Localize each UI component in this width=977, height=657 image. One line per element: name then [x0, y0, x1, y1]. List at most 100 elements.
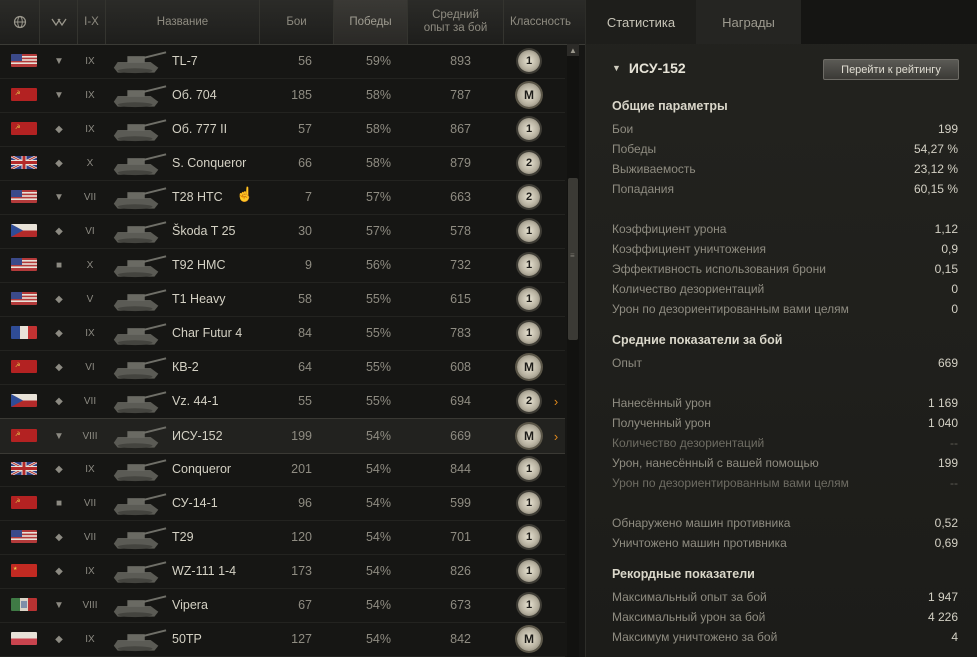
- table-row[interactable]: ▼ IX TL-7 56 59% 893 1: [0, 44, 565, 79]
- row-arrow-icon[interactable]: [551, 316, 561, 350]
- mastery-badge-label: 2: [518, 390, 540, 412]
- nation-filter-header[interactable]: [0, 0, 40, 44]
- row-arrow-icon[interactable]: [551, 44, 561, 78]
- stat-value: 60,15 %: [913, 182, 958, 196]
- table-row[interactable]: ◆ V T1 Heavy 58 55% 615 1: [0, 282, 565, 317]
- spg-tank-icon: ■: [55, 259, 63, 271]
- mastery-badge-label: 1: [518, 118, 540, 140]
- scrollbar[interactable]: ▲ ≡: [567, 44, 579, 657]
- type-filter-header[interactable]: [40, 0, 78, 44]
- row-arrow-icon[interactable]: [551, 214, 561, 248]
- table-row[interactable]: ☭ ▼ IX Об. 704 185 58% 787 M: [0, 78, 565, 113]
- table-row[interactable]: ◆ VII Vz. 44-1 55 55% 694 2 ›: [0, 384, 565, 419]
- row-arrow-icon[interactable]: ›: [551, 384, 561, 418]
- stat-label: Полученный урон: [612, 416, 711, 430]
- row-arrow-icon[interactable]: [551, 588, 561, 622]
- stat-value: 0,52: [934, 516, 958, 530]
- ussr-flag-icon: ☭: [11, 360, 37, 373]
- table-row[interactable]: ★ ◆ IX WZ-111 1-4 173 54% 826 1: [0, 554, 565, 589]
- tab-awards[interactable]: Награды: [696, 0, 801, 44]
- vehicle-name-cell: Conqueror: [172, 462, 232, 476]
- battles-cell: 30: [298, 224, 312, 238]
- row-arrow-icon[interactable]: [551, 486, 561, 520]
- wins-header[interactable]: Победы: [334, 0, 408, 44]
- row-arrow-icon[interactable]: [551, 146, 561, 180]
- mastery-badge-icon: 1: [512, 554, 546, 588]
- table-row[interactable]: ◆ X S. Conqueror 66 58% 879 2: [0, 146, 565, 181]
- avg-xp-header[interactable]: Средний опыт за бой: [408, 0, 504, 44]
- avg-xp-cell: 615: [450, 292, 471, 306]
- scroll-up-icon[interactable]: ▲: [567, 44, 579, 56]
- svg-text:☭: ☭: [15, 362, 20, 369]
- mouse-cursor-icon: ☝: [236, 186, 254, 202]
- avg-xp-cell: 608: [450, 360, 471, 374]
- vehicle-name-cell: S. Conqueror: [172, 156, 247, 170]
- light-tank-icon: ◆: [55, 327, 63, 339]
- usa-flag-icon: [11, 190, 37, 203]
- heavy-tank-icon: ▼: [54, 430, 64, 442]
- row-arrow-icon[interactable]: [551, 248, 561, 282]
- row-arrow-icon[interactable]: [551, 622, 561, 656]
- mastery-badge-icon: 1: [512, 44, 546, 78]
- tank-image: [108, 588, 168, 622]
- tier-cell: IX: [85, 89, 95, 101]
- wins-cell: 55%: [365, 292, 391, 306]
- go-to-rating-button[interactable]: Перейти к рейтингу: [823, 59, 959, 80]
- mastery-badge-icon: M: [512, 622, 546, 656]
- tank-image: [108, 112, 168, 146]
- table-row[interactable]: ◆ IX Conqueror 201 54% 844 1: [0, 452, 565, 487]
- row-arrow-icon[interactable]: [551, 554, 561, 588]
- tank-image: [108, 44, 168, 78]
- mastery-badge-label: M: [517, 83, 541, 107]
- stat-value: --: [950, 436, 958, 450]
- battles-cell: 84: [298, 326, 312, 340]
- avg-xp-cell: 694: [450, 394, 471, 408]
- stat-row: Полученный урон 1 040: [612, 416, 958, 436]
- svg-text:☭: ☭: [15, 431, 20, 438]
- stat-value: 1 169: [927, 396, 958, 410]
- table-row[interactable]: ☭ ▼ VIII ИСУ-152 199 54% 669 M ›: [0, 418, 565, 454]
- tab-statistics[interactable]: Статистика: [586, 0, 696, 44]
- row-arrow-icon[interactable]: [551, 282, 561, 316]
- table-row[interactable]: ▼ VII T28 HTC 7 57% 663 2: [0, 180, 565, 215]
- row-arrow-icon[interactable]: [551, 520, 561, 554]
- table-row[interactable]: ☭ ◆ VI КВ-2 64 55% 608 M: [0, 350, 565, 385]
- mastery-badge-label: 1: [518, 594, 540, 616]
- heavy-tank-icon: ▼: [54, 55, 64, 67]
- table-row[interactable]: ◆ VI Škoda T 25 30 57% 578 1: [0, 214, 565, 249]
- avg-xp-cell: 844: [450, 462, 471, 476]
- stat-label: Опыт: [612, 356, 642, 370]
- table-row[interactable]: ◆ IX Char Futur 4 84 55% 783 1: [0, 316, 565, 351]
- row-arrow-icon[interactable]: [551, 350, 561, 384]
- row-arrow-icon[interactable]: [551, 112, 561, 146]
- row-arrow-icon[interactable]: [551, 78, 561, 112]
- wins-cell: 55%: [365, 326, 391, 340]
- tier-header[interactable]: I-X: [78, 0, 106, 44]
- row-arrow-icon[interactable]: ›: [551, 419, 561, 453]
- scrollbar-thumb[interactable]: ≡: [568, 178, 578, 340]
- table-row[interactable]: ◆ IX 50TP 127 54% 842 M: [0, 622, 565, 657]
- ussr-flag-icon: ☭: [11, 429, 37, 442]
- table-row[interactable]: ☭ ◆ IX Об. 777 II 57 58% 867 1: [0, 112, 565, 147]
- vehicle-type-icon: [50, 18, 67, 27]
- name-header[interactable]: Название: [106, 0, 260, 44]
- table-row[interactable]: ■ X T92 HMC 9 56% 732 1: [0, 248, 565, 283]
- mastery-badge-label: 1: [518, 50, 540, 72]
- row-arrow-icon[interactable]: [551, 180, 561, 214]
- mastery-header[interactable]: Классность: [504, 0, 577, 44]
- vehicle-title[interactable]: ▼ ИСУ-152: [612, 60, 686, 76]
- row-arrow-icon[interactable]: [551, 452, 561, 486]
- table-row[interactable]: ◆ VII T29 120 54% 701 1: [0, 520, 565, 555]
- avg-xp-cell: 669: [450, 429, 471, 443]
- stat-row: Коэффициент уничтожения 0,9: [612, 242, 958, 262]
- avg-xp-cell: 663: [450, 190, 471, 204]
- tier-cell: VIII: [82, 430, 98, 442]
- stat-row: Выживаемость 23,12 %: [612, 162, 958, 182]
- table-row[interactable]: ▼ VIII Vipera 67 54% 673 1: [0, 588, 565, 623]
- wins-cell: 54%: [365, 632, 391, 646]
- vehicle-title-label: ИСУ-152: [628, 60, 686, 76]
- battles-header[interactable]: Бои: [260, 0, 334, 44]
- medium-tank-icon: ◆: [55, 123, 63, 135]
- table-row[interactable]: ☭ ■ VII СУ-14-1 96 54% 599 1: [0, 486, 565, 521]
- mastery-badge-label: M: [517, 424, 541, 448]
